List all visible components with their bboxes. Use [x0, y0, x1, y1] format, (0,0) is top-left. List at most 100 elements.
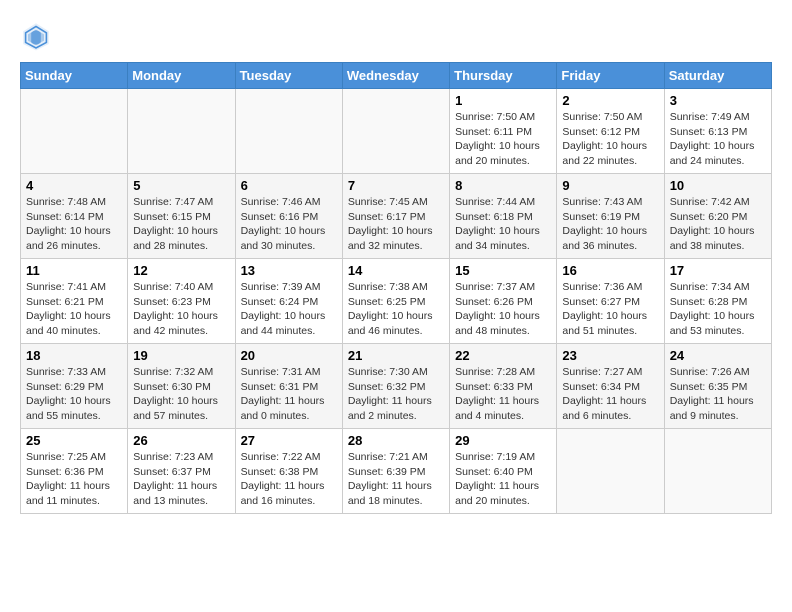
day-info: Sunrise: 7:31 AM Sunset: 6:31 PM Dayligh… [241, 365, 337, 424]
calendar-cell: 13 Sunrise: 7:39 AM Sunset: 6:24 PM Dayli… [235, 259, 342, 344]
page-header [20, 20, 772, 52]
day-number: 15 [455, 263, 551, 278]
day-number: 23 [562, 348, 658, 363]
column-header-sunday: Sunday [21, 63, 128, 89]
calendar-table: SundayMondayTuesdayWednesdayThursdayFrid… [20, 62, 772, 514]
day-number: 9 [562, 178, 658, 193]
column-header-thursday: Thursday [450, 63, 557, 89]
calendar-cell [557, 429, 664, 514]
day-info: Sunrise: 7:44 AM Sunset: 6:18 PM Dayligh… [455, 195, 551, 254]
day-number: 29 [455, 433, 551, 448]
column-header-tuesday: Tuesday [235, 63, 342, 89]
day-info: Sunrise: 7:26 AM Sunset: 6:35 PM Dayligh… [670, 365, 766, 424]
day-number: 18 [26, 348, 122, 363]
column-header-friday: Friday [557, 63, 664, 89]
day-number: 21 [348, 348, 444, 363]
calendar-week-2: 4 Sunrise: 7:48 AM Sunset: 6:14 PM Daylig… [21, 174, 772, 259]
day-number: 6 [241, 178, 337, 193]
calendar-week-3: 11 Sunrise: 7:41 AM Sunset: 6:21 PM Dayli… [21, 259, 772, 344]
day-info: Sunrise: 7:38 AM Sunset: 6:25 PM Dayligh… [348, 280, 444, 339]
calendar-header-row: SundayMondayTuesdayWednesdayThursdayFrid… [21, 63, 772, 89]
day-number: 8 [455, 178, 551, 193]
column-header-monday: Monday [128, 63, 235, 89]
day-number: 28 [348, 433, 444, 448]
calendar-cell: 3Sunrise: 7:49 AM Sunset: 6:13 PM Daylig… [664, 89, 771, 174]
day-number: 11 [26, 263, 122, 278]
day-info: Sunrise: 7:22 AM Sunset: 6:38 PM Dayligh… [241, 450, 337, 509]
day-number: 10 [670, 178, 766, 193]
day-number: 24 [670, 348, 766, 363]
day-info: Sunrise: 7:45 AM Sunset: 6:17 PM Dayligh… [348, 195, 444, 254]
day-info: Sunrise: 7:48 AM Sunset: 6:14 PM Dayligh… [26, 195, 122, 254]
day-info: Sunrise: 7:28 AM Sunset: 6:33 PM Dayligh… [455, 365, 551, 424]
calendar-cell: 6 Sunrise: 7:46 AM Sunset: 6:16 PM Daylig… [235, 174, 342, 259]
day-number: 14 [348, 263, 444, 278]
calendar-cell: 26 Sunrise: 7:23 AM Sunset: 6:37 PM Dayli… [128, 429, 235, 514]
calendar-cell: 7 Sunrise: 7:45 AM Sunset: 6:17 PM Daylig… [342, 174, 449, 259]
day-info: Sunrise: 7:23 AM Sunset: 6:37 PM Dayligh… [133, 450, 229, 509]
calendar-cell: 11 Sunrise: 7:41 AM Sunset: 6:21 PM Dayli… [21, 259, 128, 344]
day-number: 4 [26, 178, 122, 193]
day-info: Sunrise: 7:50 AM Sunset: 6:11 PM Dayligh… [455, 110, 551, 169]
day-info: Sunrise: 7:47 AM Sunset: 6:15 PM Dayligh… [133, 195, 229, 254]
day-info: Sunrise: 7:39 AM Sunset: 6:24 PM Dayligh… [241, 280, 337, 339]
day-info: Sunrise: 7:34 AM Sunset: 6:28 PM Dayligh… [670, 280, 766, 339]
calendar-cell: 4 Sunrise: 7:48 AM Sunset: 6:14 PM Daylig… [21, 174, 128, 259]
calendar-cell: 17 Sunrise: 7:34 AM Sunset: 6:28 PM Dayli… [664, 259, 771, 344]
day-number: 13 [241, 263, 337, 278]
calendar-cell: 14 Sunrise: 7:38 AM Sunset: 6:25 PM Dayli… [342, 259, 449, 344]
day-number: 25 [26, 433, 122, 448]
day-number: 7 [348, 178, 444, 193]
calendar-cell: 23 Sunrise: 7:27 AM Sunset: 6:34 PM Dayli… [557, 344, 664, 429]
day-number: 1 [455, 93, 551, 108]
day-number: 19 [133, 348, 229, 363]
calendar-cell: 2 Sunrise: 7:50 AM Sunset: 6:12 PM Daylig… [557, 89, 664, 174]
calendar-cell: 8 Sunrise: 7:44 AM Sunset: 6:18 PM Daylig… [450, 174, 557, 259]
day-info: Sunrise: 7:30 AM Sunset: 6:32 PM Dayligh… [348, 365, 444, 424]
calendar-cell [342, 89, 449, 174]
calendar-cell: 21 Sunrise: 7:30 AM Sunset: 6:32 PM Dayli… [342, 344, 449, 429]
day-number: 26 [133, 433, 229, 448]
column-header-saturday: Saturday [664, 63, 771, 89]
calendar-cell: 19Sunrise: 7:32 AM Sunset: 6:30 PM Dayli… [128, 344, 235, 429]
calendar-cell [235, 89, 342, 174]
day-number: 2 [562, 93, 658, 108]
calendar-cell: 29Sunrise: 7:19 AM Sunset: 6:40 PM Dayli… [450, 429, 557, 514]
calendar-cell [128, 89, 235, 174]
day-info: Sunrise: 7:40 AM Sunset: 6:23 PM Dayligh… [133, 280, 229, 339]
calendar-cell: 15 Sunrise: 7:37 AM Sunset: 6:26 PM Dayli… [450, 259, 557, 344]
column-header-wednesday: Wednesday [342, 63, 449, 89]
calendar-cell: 22 Sunrise: 7:28 AM Sunset: 6:33 PM Dayli… [450, 344, 557, 429]
day-info: Sunrise: 7:21 AM Sunset: 6:39 PM Dayligh… [348, 450, 444, 509]
calendar-cell: 1 Sunrise: 7:50 AM Sunset: 6:11 PM Daylig… [450, 89, 557, 174]
calendar-cell: 25 Sunrise: 7:25 AM Sunset: 6:36 PM Dayli… [21, 429, 128, 514]
day-info: Sunrise: 7:41 AM Sunset: 6:21 PM Dayligh… [26, 280, 122, 339]
calendar-cell [664, 429, 771, 514]
calendar-cell [21, 89, 128, 174]
day-info: Sunrise: 7:33 AM Sunset: 6:29 PM Dayligh… [26, 365, 122, 424]
calendar-cell: 20 Sunrise: 7:31 AM Sunset: 6:31 PM Dayli… [235, 344, 342, 429]
day-info: Sunrise: 7:49 AM Sunset: 6:13 PM Dayligh… [670, 110, 766, 169]
logo [20, 20, 56, 52]
day-number: 16 [562, 263, 658, 278]
calendar-week-1: 1 Sunrise: 7:50 AM Sunset: 6:11 PM Daylig… [21, 89, 772, 174]
logo-icon [20, 20, 52, 52]
day-info: Sunrise: 7:50 AM Sunset: 6:12 PM Dayligh… [562, 110, 658, 169]
day-number: 12 [133, 263, 229, 278]
calendar-cell: 16Sunrise: 7:36 AM Sunset: 6:27 PM Dayli… [557, 259, 664, 344]
calendar-cell: 9Sunrise: 7:43 AM Sunset: 6:19 PM Daylig… [557, 174, 664, 259]
day-number: 17 [670, 263, 766, 278]
calendar-cell: 5Sunrise: 7:47 AM Sunset: 6:15 PM Daylig… [128, 174, 235, 259]
day-number: 27 [241, 433, 337, 448]
day-number: 20 [241, 348, 337, 363]
day-info: Sunrise: 7:46 AM Sunset: 6:16 PM Dayligh… [241, 195, 337, 254]
day-number: 22 [455, 348, 551, 363]
calendar-week-5: 25 Sunrise: 7:25 AM Sunset: 6:36 PM Dayli… [21, 429, 772, 514]
day-info: Sunrise: 7:27 AM Sunset: 6:34 PM Dayligh… [562, 365, 658, 424]
day-info: Sunrise: 7:42 AM Sunset: 6:20 PM Dayligh… [670, 195, 766, 254]
calendar-cell: 18 Sunrise: 7:33 AM Sunset: 6:29 PM Dayli… [21, 344, 128, 429]
calendar-cell: 24 Sunrise: 7:26 AM Sunset: 6:35 PM Dayli… [664, 344, 771, 429]
calendar-cell: 12 Sunrise: 7:40 AM Sunset: 6:23 PM Dayli… [128, 259, 235, 344]
day-info: Sunrise: 7:25 AM Sunset: 6:36 PM Dayligh… [26, 450, 122, 509]
day-info: Sunrise: 7:37 AM Sunset: 6:26 PM Dayligh… [455, 280, 551, 339]
